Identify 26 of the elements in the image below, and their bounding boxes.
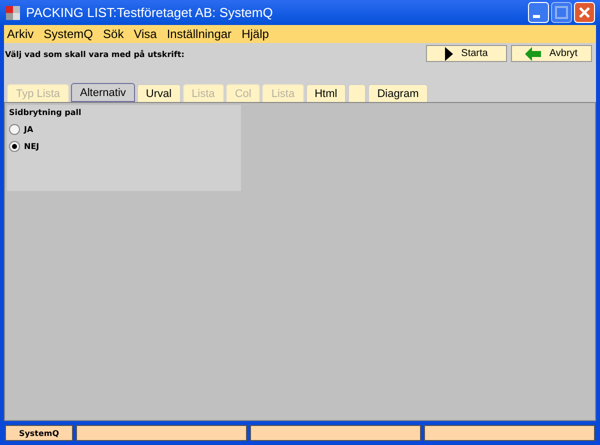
menu-item[interactable]: SystemQ — [44, 27, 94, 41]
cancel-button[interactable]: Avbryt — [511, 45, 592, 62]
tab[interactable]: Diagram — [368, 84, 428, 102]
window-title: PACKING LIST:Testföretaget AB: SystemQ — [26, 5, 273, 20]
close-icon[interactable] — [574, 2, 595, 23]
tab[interactable]: Html — [306, 84, 346, 102]
menu-item[interactable]: Hjälp — [242, 27, 269, 41]
menu-item[interactable]: Inställningar — [166, 27, 232, 41]
arrow-left-icon — [525, 46, 542, 60]
status-panel: SystemQ — [5, 425, 73, 441]
radio-label: JA — [24, 125, 34, 134]
maximize-icon[interactable] — [551, 2, 572, 23]
group-title: Sidbrytning pall — [9, 108, 82, 117]
menu-item[interactable]: Sök — [103, 27, 124, 41]
radio-label: NEJ — [24, 142, 40, 151]
app-icon — [5, 4, 21, 20]
radio-button[interactable] — [9, 124, 20, 135]
menu-item[interactable]: Visa — [134, 27, 157, 41]
instruction-text: Välj vad som skall vara med på utskrift: — [5, 50, 184, 59]
menu-item[interactable]: Arkiv — [7, 27, 34, 41]
minimize-icon[interactable] — [528, 2, 549, 23]
start-button[interactable]: Starta — [426, 45, 507, 62]
radio-button[interactable] — [9, 141, 20, 152]
tab[interactable]: Alternativ — [71, 83, 135, 102]
play-icon — [445, 46, 454, 60]
tab[interactable]: Urval — [136, 84, 181, 102]
